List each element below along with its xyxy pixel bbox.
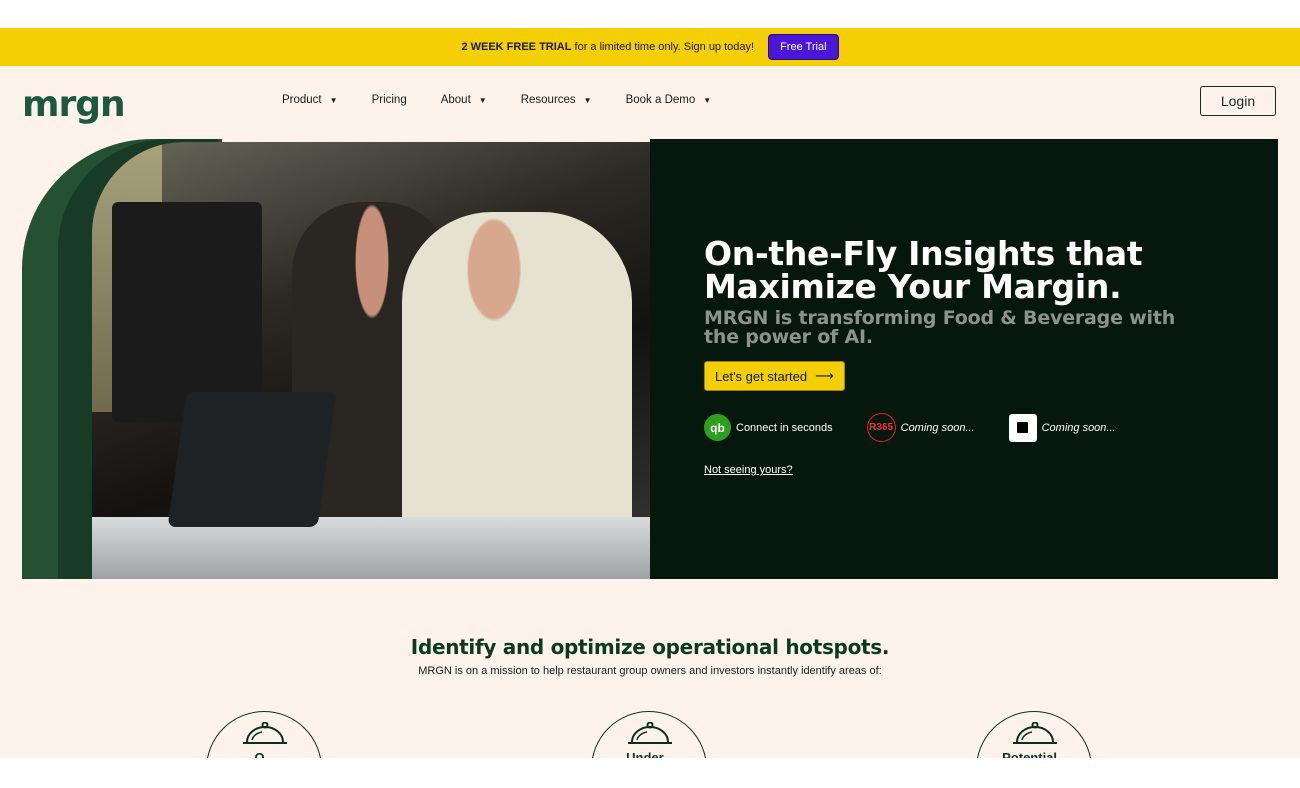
not-seeing-yours-link[interactable]: Not seeing yours? — [704, 464, 793, 476]
photo-tablet — [167, 392, 337, 527]
section-title: Identify and optimize operational hotspo… — [410, 635, 890, 659]
nav-menu: Product ▼ Pricing About ▼ Resources ▼ Book … — [282, 94, 711, 106]
integration-quickbooks: qb Connect in seconds — [704, 414, 833, 441]
photo-person-woman — [402, 212, 632, 532]
arrow-right-icon: ⟶ — [815, 368, 834, 383]
cloche-icon — [1013, 722, 1057, 744]
free-trial-button[interactable]: Free Trial — [768, 34, 839, 60]
r365-icon: R365 — [866, 413, 896, 442]
photo-espresso-machine — [112, 202, 262, 422]
hero-copy: On-the-Fly Insights that Maximize Your Ma… — [704, 237, 1184, 478]
nav-item-product[interactable]: Product ▼ — [282, 94, 338, 106]
caret-down-icon: ▼ — [478, 95, 487, 105]
hero-section: On-the-Fly Insights that Maximize Your Ma… — [22, 139, 1278, 579]
hero-headline: On-the-Fly Insights that Maximize Your Ma… — [704, 234, 1143, 306]
integration-square: Coming soon... — [1008, 413, 1116, 442]
section-subtitle: MRGN is on a mission to help restaurant … — [418, 665, 882, 677]
nav-item-book-demo[interactable]: Book a Demo ▼ — [626, 94, 712, 106]
login-button[interactable]: Login — [1200, 86, 1276, 116]
hotspot-label: O... — [254, 750, 276, 758]
caret-down-icon: ▼ — [703, 95, 712, 105]
mrgn-logo[interactable]: mrgn — [22, 84, 126, 125]
nav-item-pricing[interactable]: Pricing — [372, 94, 407, 106]
quickbooks-icon: qb — [704, 414, 731, 441]
hero-photo — [92, 142, 650, 579]
hero-subheadline: MRGN is transforming Food & Beverage wit… — [704, 307, 1176, 348]
caret-down-icon: ▼ — [583, 95, 592, 105]
square-icon — [1008, 413, 1037, 442]
promo-banner: 2 WEEK FREE TRIAL for a limited time onl… — [0, 28, 1300, 66]
hotspot-label: Under... — [626, 750, 674, 758]
top-nav: mrgn Product ▼ Pricing About ▼ Resources ▼ … — [0, 66, 1300, 138]
caret-down-icon: ▼ — [329, 95, 338, 105]
cloche-icon — [628, 722, 672, 744]
nav-item-resources[interactable]: Resources ▼ — [521, 94, 592, 106]
hero-content-panel: On-the-Fly Insights that Maximize Your Ma… — [650, 139, 1278, 579]
promo-text: 2 WEEK FREE TRIAL for a limited time onl… — [461, 41, 755, 53]
nav-item-about[interactable]: About ▼ — [441, 94, 487, 106]
hotspot-label: Potential... — [1002, 750, 1068, 758]
integration-r365: R365 Coming soon... — [866, 413, 975, 442]
page: 2 WEEK FREE TRIAL for a limited time onl… — [0, 28, 1300, 758]
get-started-button[interactable]: Let's get started ⟶ — [704, 361, 845, 391]
hotspot-card: Under... — [591, 711, 707, 758]
hotspot-card: Potential... — [976, 711, 1092, 758]
hotspot-card: O... — [206, 711, 322, 758]
cloche-icon — [243, 722, 287, 744]
integrations-row: qb Connect in seconds R365 Coming soon..… — [704, 413, 1184, 442]
